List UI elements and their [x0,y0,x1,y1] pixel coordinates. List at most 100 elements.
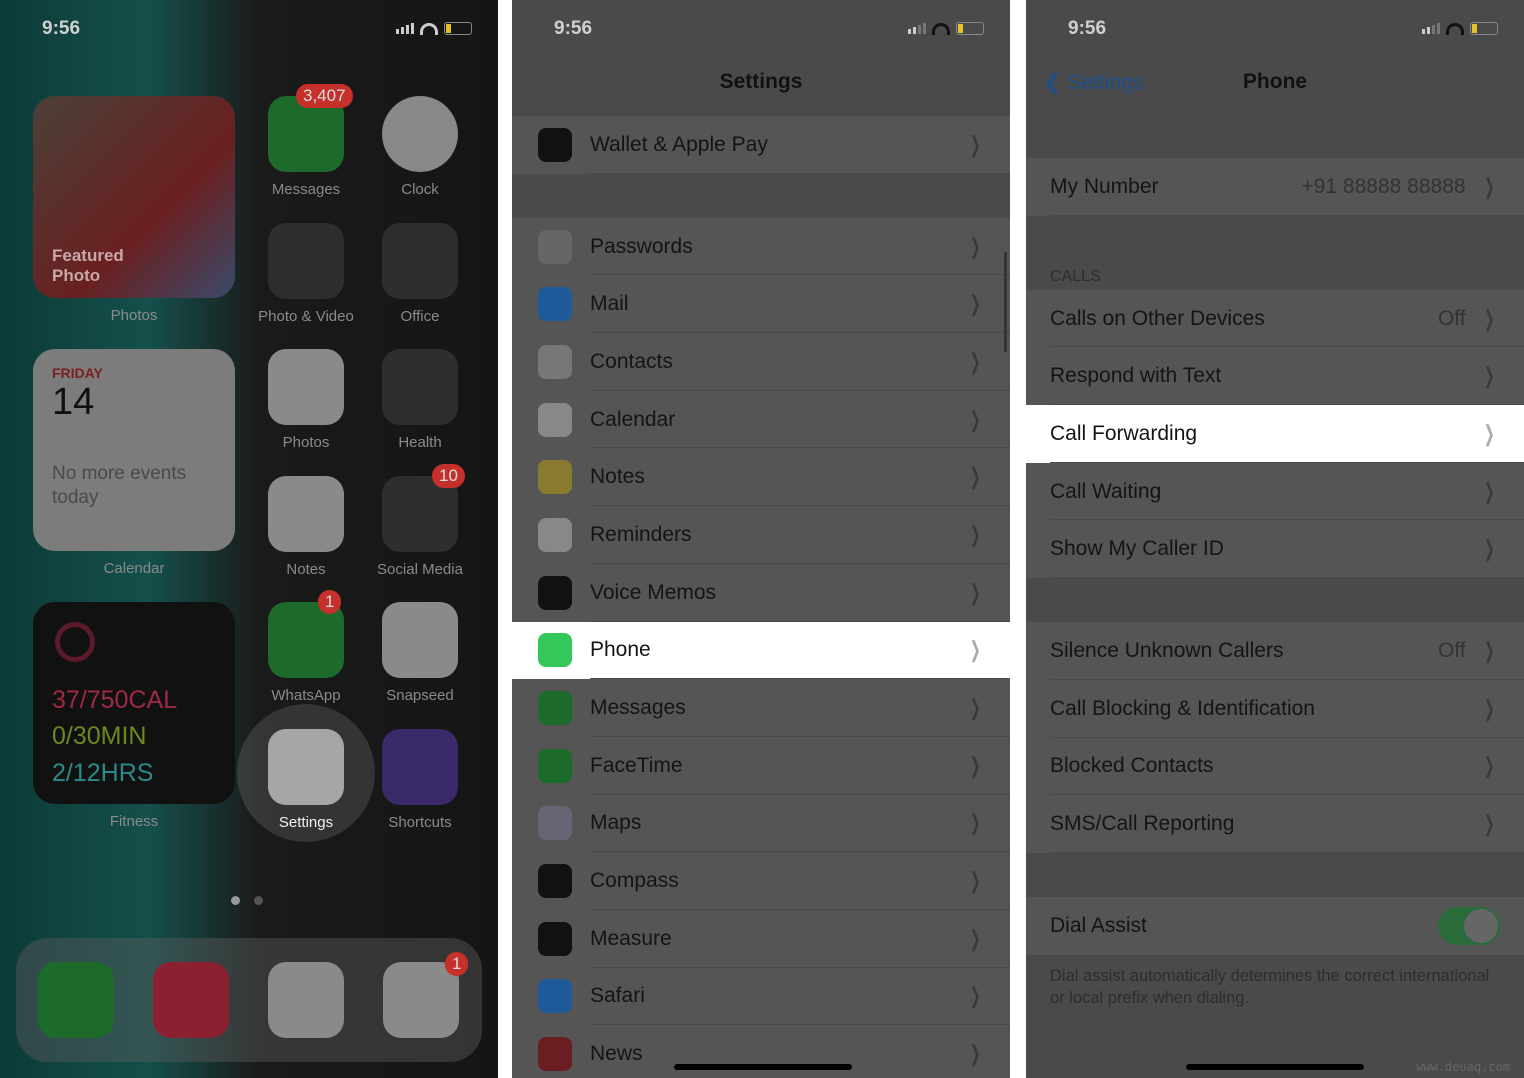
calendar-date: 14 [52,381,95,423]
chevron-right-icon: ❯ [969,291,981,317]
app-health-icon[interactable] [382,349,458,425]
settings-item-safari[interactable]: Safari ❯ [512,967,1010,1026]
dock-chrome-icon[interactable] [268,962,344,1038]
settings-item-label: Phone [590,638,651,662]
chevron-right-icon: ❯ [1483,753,1495,779]
status-bar: 9:56 [0,18,498,42]
phone-item-label: SMS/Call Reporting [1050,812,1235,836]
chevron-right-icon: ❯ [1483,637,1495,663]
app-photos-icon[interactable] [268,349,344,425]
app-office-icon[interactable] [382,223,458,299]
phone-item-calls-on-other-devices[interactable]: Calls on Other Devices Off ❯ [1026,289,1524,348]
chevron-right-icon: ❯ [1483,478,1495,504]
app-photo-video-icon[interactable] [268,223,344,299]
home-indicator[interactable] [674,1064,852,1070]
fitness-widget[interactable]: 37/750CAL 0/30MIN 2/12HRS [33,602,235,804]
page-title: Phone [1242,70,1308,93]
photos-widget[interactable]: Featured Photo [33,96,235,298]
chevron-right-icon: ❯ [969,521,981,547]
chevron-right-icon: ❯ [969,348,981,374]
maps-icon [538,806,572,841]
app-label: Snapseed [386,687,454,704]
phone-settings-screen: 9:56 ❮ Settings Phone My Number +91 88888… [1026,0,1524,1078]
settings-item-measure[interactable]: Measure ❯ [512,909,1010,968]
app-label: Photo & Video [258,308,354,325]
notification-badge: 10 [432,464,465,488]
app-label: Health [398,434,442,451]
settings-item-phone[interactable]: Phone ❯ [512,621,1010,680]
app-label: WhatsApp [271,687,341,704]
settings-item-reminders[interactable]: Reminders ❯ [512,506,1010,564]
settings-item-passwords[interactable]: Passwords ❯ [512,217,1010,276]
facetime-icon [538,748,572,783]
settings-item-label: News [590,1042,643,1066]
dock-slack-icon[interactable] [383,962,459,1038]
phone-item-call-forwarding[interactable]: Call Forwarding ❯ [1026,405,1524,463]
phone-item-dial-assist: Dial Assist [1026,896,1524,955]
phone-item-label: Show My Caller ID [1050,537,1224,561]
settings-item-compass[interactable]: Compass ❯ [512,852,1010,910]
dock-music-icon[interactable] [153,962,229,1038]
wifi-icon [932,22,950,35]
group-gap [1026,853,1524,897]
settings-item-label: Safari [590,984,645,1008]
settings-item-label: Compass [590,869,679,893]
chevron-right-icon: ❯ [969,868,981,894]
phone-item-call-waiting[interactable]: Call Waiting ❯ [1026,462,1524,521]
calendar-icon [538,402,572,437]
settings-item-label: Messages [590,696,686,720]
settings-item-maps[interactable]: Maps ❯ [512,794,1010,853]
mail-icon [538,287,572,322]
phone-item-label: Call Waiting [1050,479,1162,503]
settings-item-contacts[interactable]: Contacts ❯ [512,333,1010,391]
phone-item-silence-unknown-callers[interactable]: Silence Unknown Callers Off ❯ [1026,622,1524,680]
status-time: 9:56 [1068,18,1107,39]
page-dots [231,896,263,905]
chevron-right-icon: ❯ [1483,811,1495,837]
signal-icon [908,23,926,34]
app-shortcuts-icon[interactable] [382,729,458,805]
calendar-widget[interactable]: FRIDAY 14 No more events today [33,349,235,551]
phone-item-label: My Number [1050,174,1159,198]
settings-item-calendar[interactable]: Calendar ❯ [512,390,1010,449]
settings-item-label: Contacts [590,349,673,373]
wifi-icon [1446,22,1464,35]
phone-item-sms-call-reporting[interactable]: SMS/Call Reporting ❯ [1026,795,1524,853]
calendar-events: No more events today [52,463,187,508]
voice-memos-icon [538,575,572,610]
photos-widget-label: Photos [110,307,158,324]
settings-item-mail[interactable]: Mail ❯ [512,275,1010,334]
app-snapseed-icon[interactable] [382,602,458,678]
app-notes-icon[interactable] [268,476,344,552]
messages-icon [538,691,572,726]
notes-icon [538,460,572,495]
scrollbar[interactable] [1004,252,1007,352]
signal-icon [396,23,414,34]
dock-phone-icon[interactable] [38,962,114,1038]
settings-item-notes[interactable]: Notes ❯ [512,448,1010,507]
phone-item-label: Silence Unknown Callers [1050,638,1284,662]
group-gap [1026,578,1524,622]
dial-assist-toggle[interactable] [1438,906,1500,945]
settings-item-label: Wallet & Apple Pay [590,132,768,156]
settings-item-label: Mail [590,292,629,316]
settings-item-facetime[interactable]: FaceTime ❯ [512,736,1010,795]
phone-item-call-blocking-identification[interactable]: Call Blocking & Identification ❯ [1026,679,1524,738]
phone-item-my-number[interactable]: My Number +91 88888 88888 ❯ [1026,158,1524,216]
phone-item-blocked-contacts[interactable]: Blocked Contacts ❯ [1026,737,1524,796]
settings-item-voice-memos[interactable]: Voice Memos ❯ [512,563,1010,622]
phone-item-respond-with-text[interactable]: Respond with Text ❯ [1026,347,1524,406]
phone-item-show-my-caller-id[interactable]: Show My Caller ID ❯ [1026,520,1524,579]
settings-item-label: Notes [590,465,645,489]
news-icon [538,1037,572,1072]
settings-item-wallet-apple-pay[interactable]: Wallet & Apple Pay ❯ [512,116,1010,174]
app-clock-icon[interactable] [382,96,458,172]
settings-item-messages[interactable]: Messages ❯ [512,679,1010,737]
measure-icon [538,921,572,956]
home-indicator[interactable] [1186,1064,1364,1070]
chevron-right-icon: ❯ [969,464,981,490]
calendar-widget-label: Calendar [103,560,165,577]
chevron-right-icon: ❯ [969,579,981,605]
settings-item-news[interactable]: News ❯ [512,1025,1010,1078]
app-label: Shortcuts [388,814,452,831]
